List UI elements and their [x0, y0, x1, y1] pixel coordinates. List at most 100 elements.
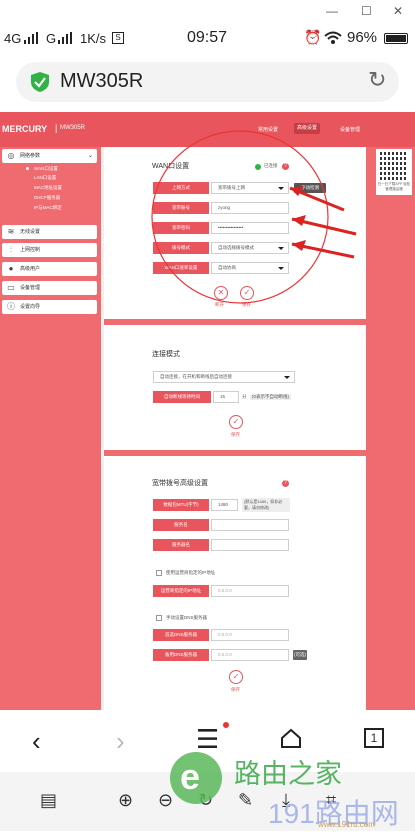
service-input[interactable] [211, 519, 289, 531]
advanced-help-icon[interactable]: ? [282, 480, 289, 487]
section-divider-2 [104, 450, 366, 456]
home-icon[interactable] [280, 728, 302, 748]
dns-checkbox[interactable] [156, 615, 162, 621]
globe-icon: ◎ [7, 151, 15, 160]
submenu-lan[interactable]: LAN口设置 [34, 175, 56, 181]
edit-icon[interactable]: ✎ [238, 790, 253, 811]
watermark-logo: e [170, 752, 222, 804]
active-dot [26, 167, 29, 170]
layout-icon[interactable]: ▤ [40, 790, 57, 811]
dns1-label: 首选DNS服务器 [153, 629, 209, 641]
sidebar-item-setup-wizard[interactable]: ⓘ 设置向导 [2, 300, 97, 314]
maximize-icon[interactable]: ☐ [361, 4, 372, 18]
close-icon[interactable]: ✕ [393, 4, 403, 18]
sliders-icon: ⫶ [10, 245, 12, 254]
ip-input[interactable]: 0.0.0.0 [211, 585, 289, 597]
connect-save-button[interactable]: ✓ [229, 415, 243, 429]
router-brand: MERCURY [2, 124, 48, 134]
alarm-icon: ⏰ [304, 29, 322, 45]
menu-icon[interactable]: ☰ [196, 724, 219, 755]
watermark-logo-letter: e [180, 756, 201, 797]
use-ip-checkbox[interactable] [156, 570, 162, 576]
sidebar-item-advanced-user[interactable]: ● 高级用户 [2, 262, 97, 276]
ip-label: 运营商指定的IP地址 [153, 585, 209, 597]
server-label: 服务器名 [153, 539, 209, 551]
connect-mode-title: 连接模式 [152, 351, 180, 358]
zoom-out-icon[interactable]: ⊖ [158, 790, 173, 811]
clock: 09:57 [187, 29, 228, 46]
secure-shield-icon [31, 72, 49, 92]
user-icon: ● [8, 264, 14, 273]
sidebar-item-label: 设备管理 [20, 285, 41, 291]
reload-icon[interactable]: ↻ [368, 67, 386, 93]
sidebar-item-label: 设置向导 [20, 304, 41, 310]
idle-time-label: 自动断线等待时间 [153, 391, 211, 403]
ip-placeholder: 0.0.0.0 [218, 588, 232, 593]
dns2-input[interactable]: 0.0.0.0 [211, 649, 289, 661]
sim-icon: S [112, 32, 124, 44]
zoom-in-icon[interactable]: ⊕ [118, 790, 133, 811]
notification-dot [223, 722, 229, 728]
carrier-label: G [46, 31, 57, 46]
use-ip-label: 使用运营商指定的IP地址 [166, 570, 216, 575]
tabs-button[interactable]: 1 [364, 728, 384, 748]
submenu-wan[interactable]: WAN口设置 [34, 166, 58, 172]
server-input[interactable] [211, 539, 289, 551]
network-speed: 1K/s [80, 31, 107, 46]
wifi-icon: ≋ [7, 227, 15, 236]
router-icon: ▭ [7, 283, 15, 292]
info-icon: ⓘ [7, 302, 15, 311]
submenu-mac[interactable]: MAC地址设置 [34, 185, 62, 191]
idle-time-note: (0表示不自动断线) [250, 394, 291, 400]
sidebar-item-label: 上网控制 [20, 247, 41, 253]
router-admin-page: MERCURY | MW305R 常用设置 高级设置 设备管理 ◎ 网络参数 ⌄… [0, 112, 415, 710]
qr-code-mask [380, 152, 408, 180]
status-bar: 4G G 1K/s S 09:57 ⏰ 96% [0, 28, 415, 50]
annotation-overlay [151, 130, 357, 304]
network-label: 4G [4, 31, 22, 46]
battery-icon [384, 33, 408, 44]
qr-caption: 扫一扫下载APP 轻松管理路由器 [377, 182, 411, 191]
idle-time-value: 15 [220, 394, 226, 399]
sidebar-item-label: 无线设置 [20, 229, 41, 235]
minimize-icon[interactable]: — [326, 4, 338, 18]
signal-icon [24, 32, 38, 44]
mtu-note: (默认是1480，如非必要，请勿修改) [242, 498, 290, 512]
chevron-down-icon: ⌄ [87, 153, 93, 159]
service-label: 服务名 [153, 519, 209, 531]
forward-icon[interactable]: › [116, 726, 125, 757]
sidebar-item-device-management[interactable]: ▭ 设备管理 [2, 281, 97, 295]
submenu-ipmac[interactable]: IP与MAC绑定 [34, 205, 62, 211]
qr-card: 扫一扫下载APP 轻松管理路由器 [376, 149, 412, 195]
address-bar[interactable]: MW305R ↻ [16, 62, 399, 102]
dns1-placeholder: 0.0.0.0 [218, 632, 232, 637]
sidebar-item-wireless[interactable]: ≋ 无线设置 [2, 225, 97, 239]
advanced-save-label: 保存 [231, 687, 240, 692]
wifi-icon [324, 31, 342, 44]
router-model: MW305R [60, 125, 86, 131]
sidebar-item-network[interactable]: ◎ 网络参数 ⌄ [2, 149, 97, 163]
signal-icon-2 [58, 32, 72, 44]
idle-time-unit: 分 [242, 394, 247, 399]
dns2-label: 备用DNS服务器 [153, 649, 209, 661]
advanced-save-button[interactable]: ✓ [229, 670, 243, 684]
sidebar-item-access-control[interactable]: ⫶ 上网控制 [2, 243, 97, 257]
submenu-dhcp[interactable]: DHCP服务器 [34, 195, 60, 201]
battery-percent: 96% [347, 29, 378, 46]
dns1-input[interactable]: 0.0.0.0 [211, 629, 289, 641]
connect-mode-value: 自动连接，在开机和断线后自动连接 [160, 374, 232, 379]
connect-save-label: 保存 [231, 432, 240, 437]
idle-time-input[interactable]: 15 [213, 391, 239, 403]
mtu-input[interactable]: 1480 [211, 499, 238, 511]
back-icon[interactable]: ‹ [32, 726, 41, 757]
right-panel [366, 147, 415, 710]
page-title: MW305R [60, 70, 144, 92]
connect-mode-select[interactable]: 自动连接，在开机和断线后自动连接 [153, 371, 295, 383]
mtu-value: 1480 [218, 502, 229, 507]
advanced-title: 宽带拨号高级设置 [152, 480, 208, 487]
divider: | [55, 123, 58, 133]
window-controls: — ☐ ✕ [0, 0, 415, 22]
mtu-label: 数据包MTU(字节) [153, 499, 209, 511]
sidebar-item-label: 网络参数 [20, 153, 41, 159]
dns-check-label: 手动设置DNS服务器 [166, 615, 208, 620]
